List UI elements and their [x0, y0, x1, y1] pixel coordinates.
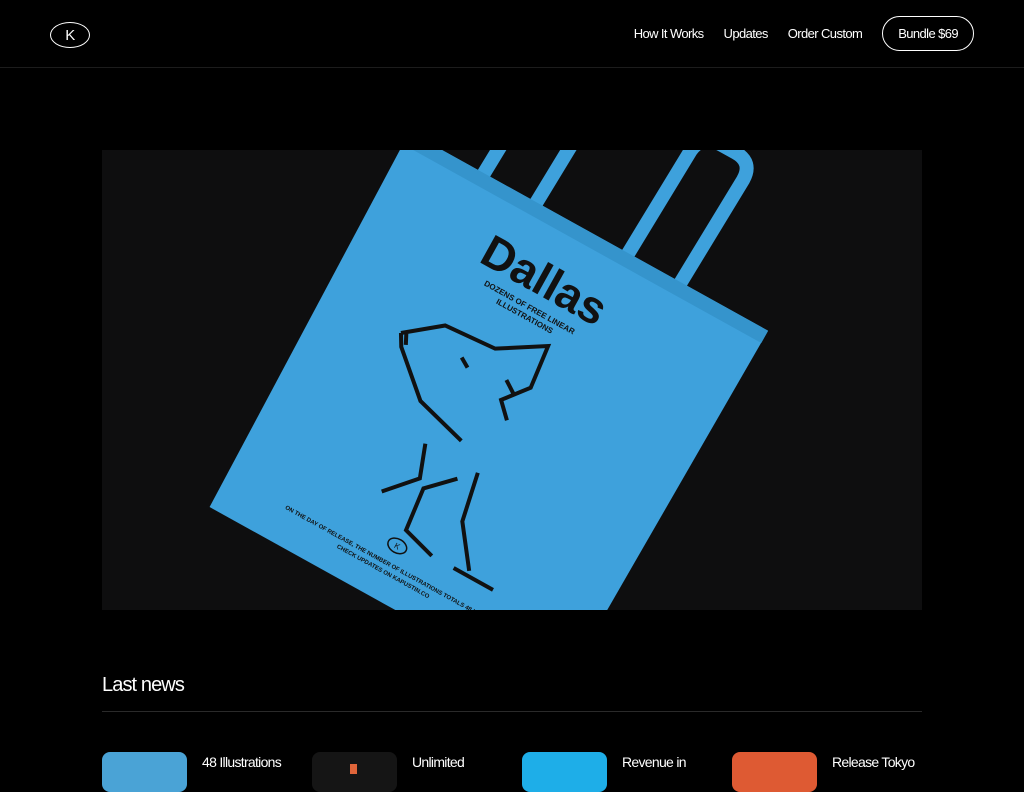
top-navigation-bar: K How It Works Updates Order Custom Bund… — [0, 0, 1024, 68]
nav-updates[interactable]: Updates — [724, 26, 769, 41]
news-item[interactable]: 48 Illustrations — [102, 752, 302, 792]
news-item[interactable]: Unlimited — [312, 752, 512, 792]
news-item[interactable]: Revenue in — [522, 752, 722, 792]
tote-bag-illustration: Dallas DOZENS OF FREE LINEAR ILLUSTRATIO… — [102, 150, 922, 610]
section-title-last-news: Last news — [102, 674, 185, 696]
section-divider — [102, 711, 922, 712]
nav-how-it-works[interactable]: How It Works — [634, 26, 704, 41]
nav-order-custom[interactable]: Order Custom — [788, 26, 863, 41]
hero-image: Dallas DOZENS OF FREE LINEAR ILLUSTRATIO… — [102, 150, 922, 610]
news-thumbnail — [312, 752, 397, 792]
news-thumbnail — [732, 752, 817, 792]
news-thumbnail — [102, 752, 187, 792]
news-item[interactable]: Release Tokyo — [732, 752, 932, 792]
bundle-button[interactable]: Bundle $69 — [882, 16, 974, 51]
thumbnail-accent — [350, 764, 357, 774]
main-nav: How It Works Updates Order Custom Bundle… — [634, 16, 974, 51]
logo-icon[interactable]: K — [50, 22, 90, 48]
news-thumbnail — [522, 752, 607, 792]
logo-letter: K — [65, 26, 75, 44]
news-list: 48 Illustrations Unlimited Revenue in Re… — [102, 752, 922, 792]
